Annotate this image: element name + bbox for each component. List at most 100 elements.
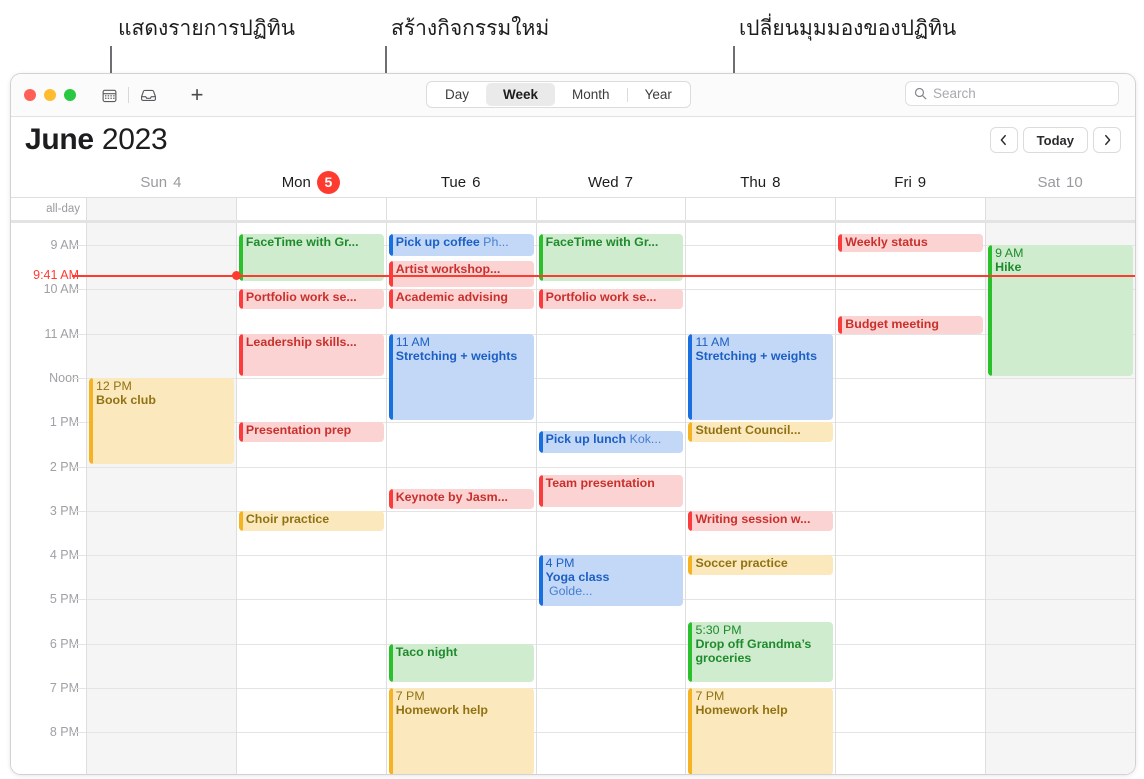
previous-week-button[interactable]	[989, 127, 1018, 153]
day-header-fri[interactable]: Fri 9	[835, 167, 985, 197]
day-column-sat[interactable]: 9 AM Hike	[985, 223, 1135, 774]
calendar-event[interactable]: 4 PM Yoga class Golde...	[538, 555, 684, 607]
calendar-event[interactable]: 11 AM Stretching + weights	[388, 333, 534, 421]
calendar-event[interactable]: Presentation prep	[238, 422, 384, 443]
next-week-button[interactable]	[1093, 127, 1121, 153]
calendar-event[interactable]: Pick up coffee Ph...	[388, 233, 534, 257]
calendar-event[interactable]: Artist workshop...	[388, 260, 534, 288]
zoom-button[interactable]	[64, 89, 76, 101]
title-month: June	[25, 123, 94, 156]
toolbar-icon-group	[96, 83, 161, 107]
calendar-event[interactable]: Pick up lunch Kok...	[538, 431, 684, 454]
view-segmented-control[interactable]: Day Week Month Year	[426, 81, 691, 108]
search-input[interactable]: Search	[933, 86, 976, 101]
event-time: 11 AM	[695, 334, 730, 349]
day-header-thu[interactable]: Thu 8	[685, 167, 835, 197]
day-header-tue[interactable]: Tue 6	[386, 167, 536, 197]
close-button[interactable]	[24, 89, 36, 101]
hour-gridline	[836, 643, 986, 645]
minimize-button[interactable]	[44, 89, 56, 101]
hour-gridline	[986, 732, 1135, 734]
day-header-number: 4	[173, 173, 182, 191]
calendar-event[interactable]: Academic advising	[388, 289, 534, 310]
day-column-sun[interactable]: 12 PM Book club	[86, 223, 236, 774]
day-column-wed[interactable]: FaceTime with Gr... Portfolio work se... P…	[535, 223, 686, 774]
day-header-sun[interactable]: Sun 4	[86, 167, 236, 197]
tab-month[interactable]: Month	[555, 83, 627, 106]
all-day-cell-thu[interactable]	[685, 198, 836, 220]
current-time-dot	[231, 271, 241, 281]
calendar-event[interactable]: FaceTime with Gr...	[238, 233, 384, 281]
event-title: Pick up lunch	[545, 432, 627, 447]
calendar-event[interactable]: Choir practice	[238, 510, 384, 531]
calendar-event[interactable]: Student Council...	[688, 422, 834, 443]
event-color-bar	[838, 233, 843, 252]
calendar-titlebar: June 2023 Today	[11, 117, 1135, 167]
day-column-fri[interactable]: Weekly status Budget meeting	[835, 223, 986, 774]
calendar-list-button[interactable]	[96, 83, 122, 107]
day-header-wed[interactable]: Wed 7	[536, 167, 686, 197]
calendar-event[interactable]: 7 PM Homework help	[388, 688, 534, 774]
page-title: June 2023	[25, 123, 168, 157]
event-color-bar	[89, 377, 93, 465]
day-header-number: 9	[917, 173, 927, 191]
calendar-event[interactable]: Budget meeting	[838, 315, 984, 334]
hour-tick	[72, 333, 86, 335]
day-column-thu[interactable]: 11 AM Stretching + weights Student Council…	[685, 223, 836, 774]
calendar-event[interactable]: Team presentation	[538, 475, 684, 507]
search-field[interactable]: Search	[905, 81, 1119, 106]
event-title: Leadership skills...	[245, 334, 357, 349]
event-title: Artist workshop...	[395, 261, 501, 276]
hour-tick	[72, 510, 86, 512]
hour-gridline	[536, 643, 686, 645]
tab-year[interactable]: Year	[628, 83, 689, 106]
hour-tick	[72, 422, 86, 424]
hour-gridline	[236, 466, 386, 468]
calendar-event[interactable]: Writing session w...	[688, 510, 834, 531]
all-day-cell-tue[interactable]	[385, 198, 536, 220]
day-column-tue[interactable]: Pick up coffee Ph... Artist workshop... Ac…	[385, 223, 536, 774]
calendar-event[interactable]: Portfolio work se...	[238, 289, 384, 310]
tab-day[interactable]: Day	[428, 83, 486, 106]
day-column-mon[interactable]: FaceTime with Gr... Portfolio work se... L…	[235, 223, 386, 774]
all-day-cell-fri[interactable]	[835, 198, 986, 220]
calendar-event[interactable]: Soccer practice	[688, 555, 834, 576]
inbox-button[interactable]	[135, 83, 161, 107]
calendar-event[interactable]: Portfolio work se...	[538, 289, 684, 310]
calendar-event[interactable]: Keynote by Jasm...	[388, 488, 534, 509]
calendar-event[interactable]: FaceTime with Gr...	[538, 233, 684, 281]
hour-gridline	[536, 510, 686, 512]
event-title: Drop off Grandma’s groceries	[695, 636, 812, 665]
all-day-cell-wed[interactable]	[535, 198, 686, 220]
calendar-event[interactable]: 11 AM Stretching + weights	[688, 333, 834, 421]
all-day-cell-mon[interactable]	[235, 198, 386, 220]
hour-gridline	[686, 466, 836, 468]
calendar-event[interactable]: Weekly status	[838, 233, 984, 252]
hour-gridline	[986, 643, 1135, 645]
calendar-event[interactable]: 12 PM Book club	[89, 377, 234, 465]
calendar-event[interactable]: Taco night	[388, 643, 534, 682]
today-button[interactable]: Today	[1022, 127, 1088, 153]
hour-gridline	[386, 466, 536, 468]
all-day-cell-sat[interactable]	[985, 198, 1135, 220]
day-header-number: 8	[772, 173, 781, 191]
new-event-button[interactable]: +	[185, 83, 209, 107]
event-time: 7 PM	[695, 689, 725, 703]
event-title: Yoga class	[545, 570, 610, 585]
hour-gridline	[536, 377, 686, 379]
hour-gridline	[836, 599, 986, 601]
event-title: Writing session w...	[695, 511, 811, 526]
event-color-bar	[688, 621, 693, 682]
hour-gridline	[986, 466, 1135, 468]
all-day-cell-sun[interactable]	[86, 198, 236, 220]
calendar-event[interactable]: 9 AM Hike	[988, 245, 1134, 376]
tab-week[interactable]: Week	[486, 83, 556, 106]
calendar-event[interactable]: 5:30 PM Drop off Grandma’s groceries	[688, 621, 834, 682]
day-header-sat[interactable]: Sat 10	[985, 167, 1135, 197]
event-color-bar	[388, 643, 393, 682]
event-color-bar	[238, 510, 243, 531]
calendar-window: + Day Week Month Year Search June 2023 T…	[10, 73, 1136, 775]
day-header-mon[interactable]: Mon 5	[236, 167, 386, 197]
calendar-event[interactable]: 7 PM Homework help	[688, 688, 834, 774]
calendar-event[interactable]: Leadership skills...	[238, 333, 384, 376]
